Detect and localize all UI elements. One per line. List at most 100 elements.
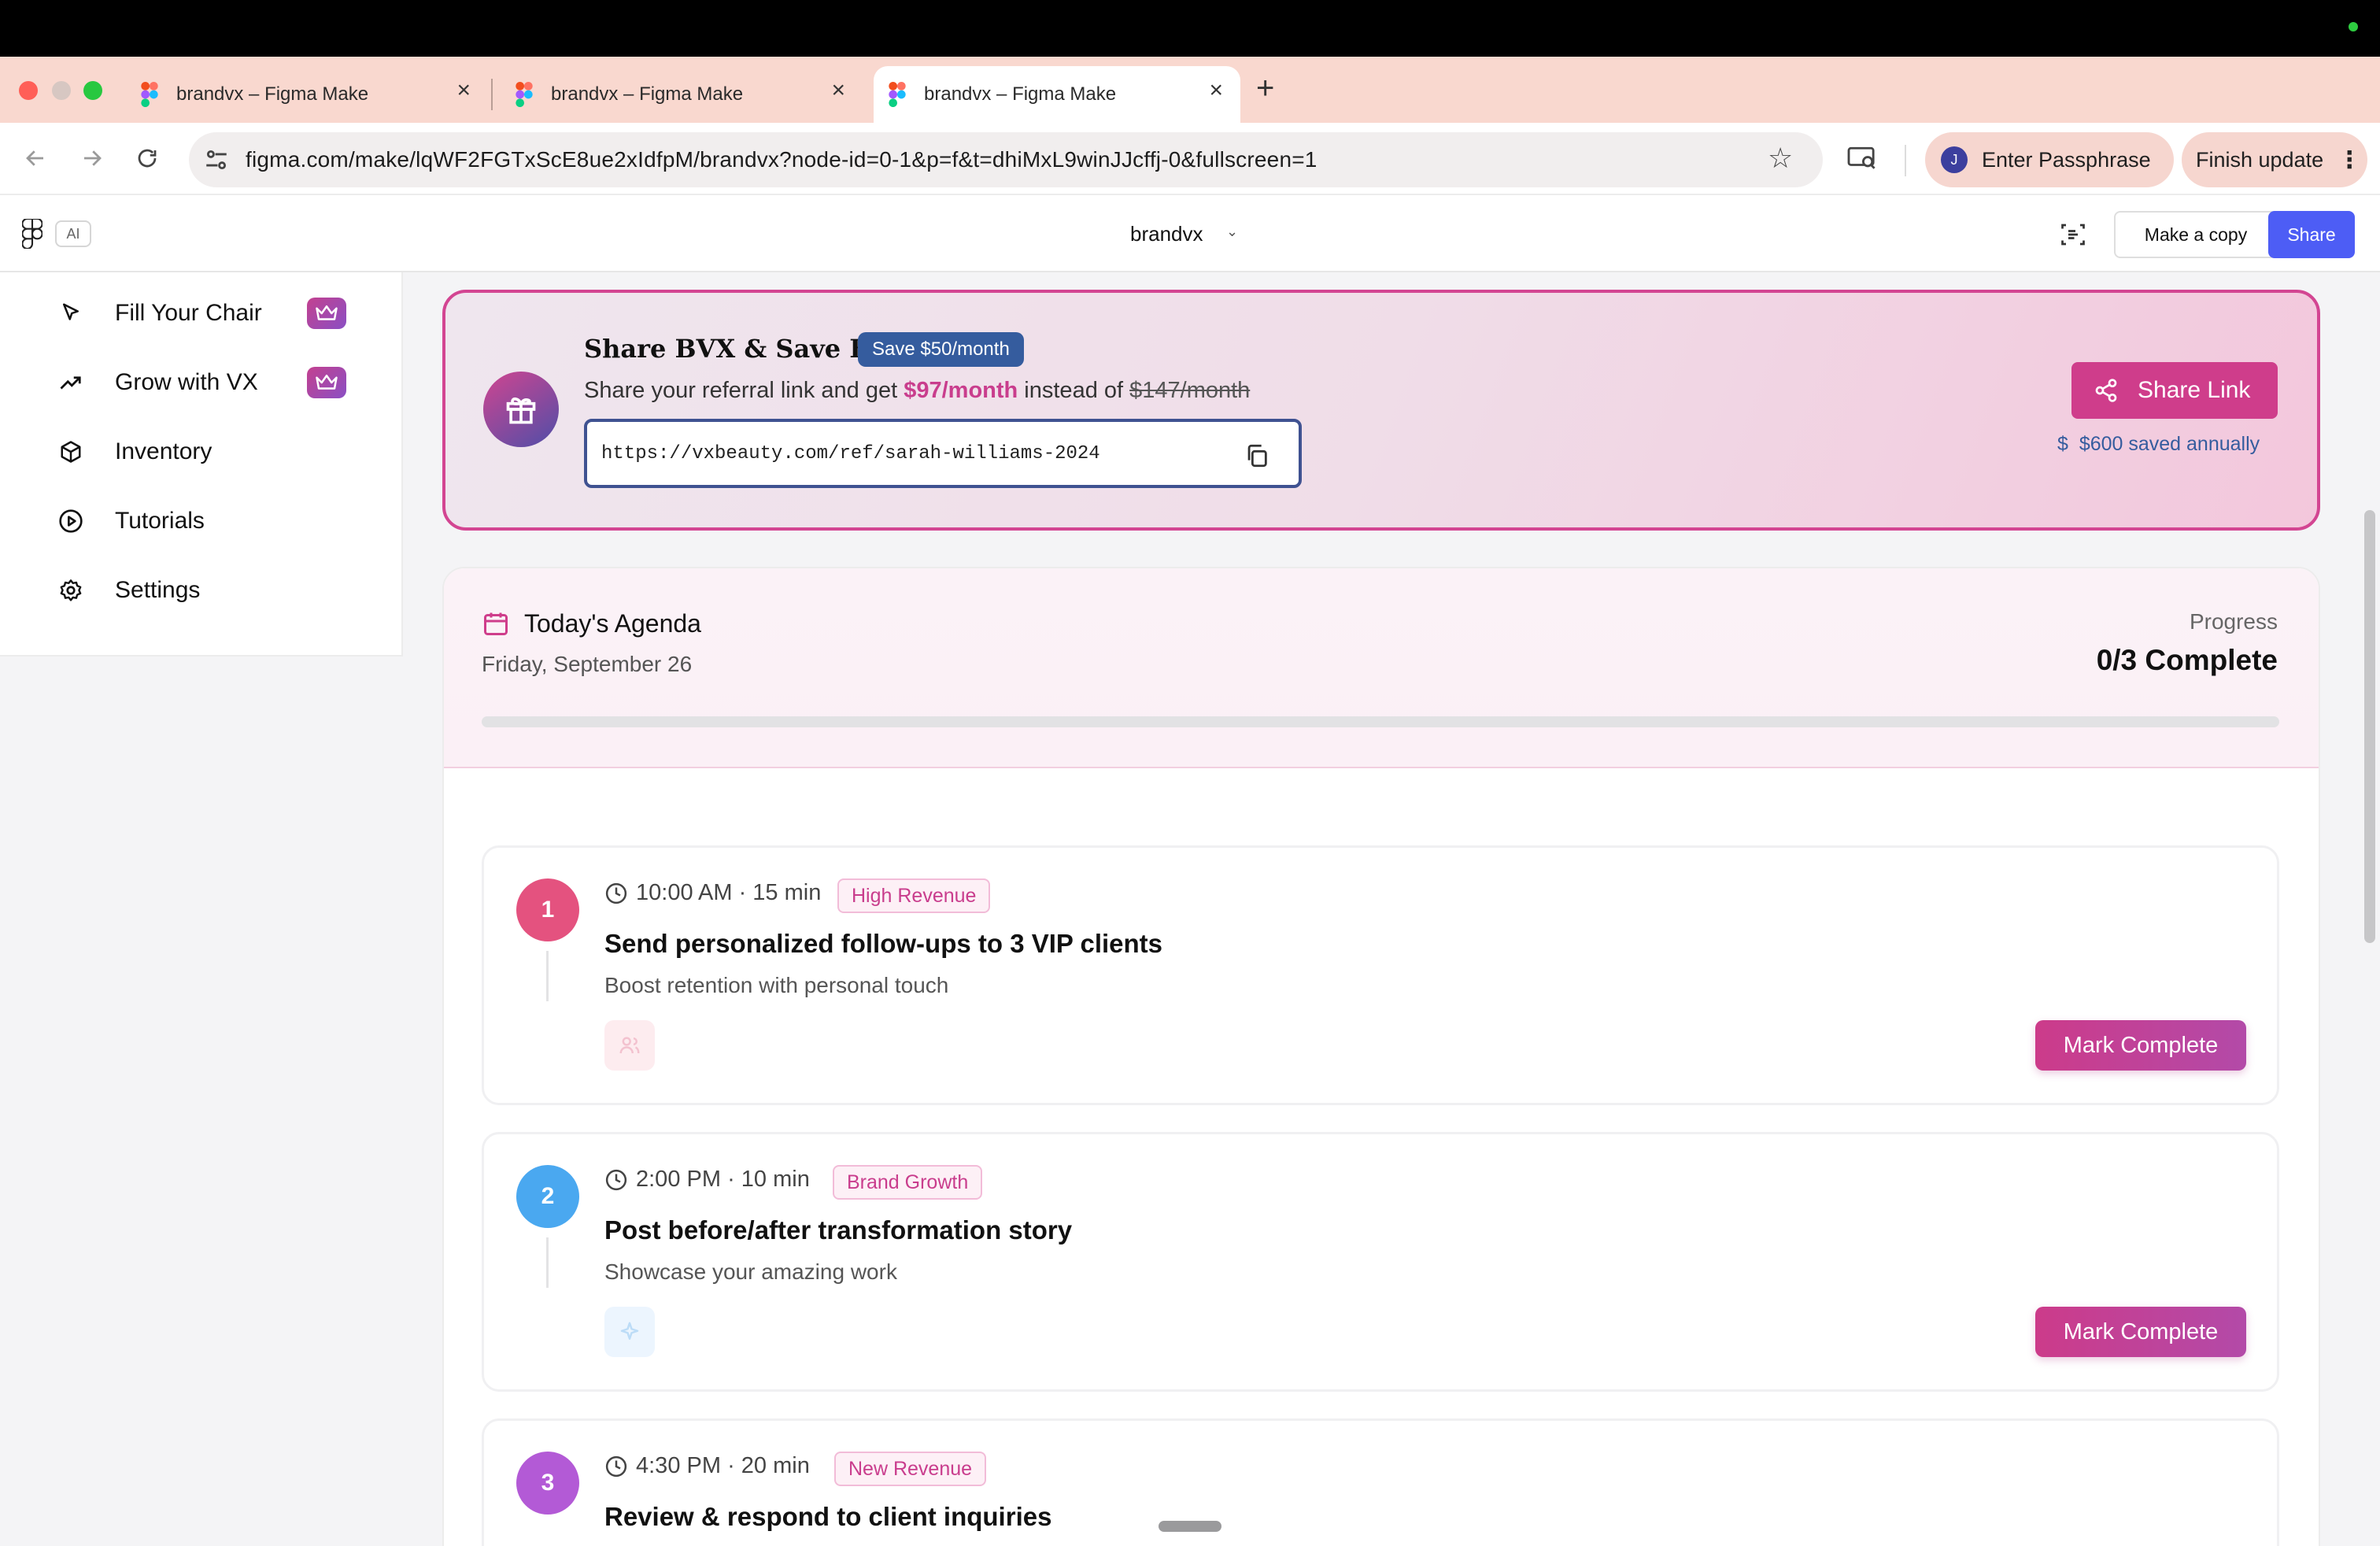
profile-passphrase-button[interactable]: J Enter Passphrase bbox=[1925, 132, 2174, 187]
sidebar-item-label: Fill Your Chair bbox=[115, 300, 262, 326]
chevron-down-icon[interactable]: ⌄ bbox=[1226, 224, 1238, 240]
trend-up-icon bbox=[55, 367, 87, 398]
new-price: $97/month bbox=[904, 378, 1018, 403]
agenda-header bbox=[444, 568, 2319, 768]
play-circle-icon bbox=[55, 505, 87, 537]
toolbar-divider bbox=[1905, 145, 1906, 176]
mark-complete-button[interactable]: Mark Complete bbox=[2035, 1020, 2246, 1071]
progress-value: 0/3 Complete bbox=[2096, 644, 2278, 676]
resize-handle[interactable] bbox=[1159, 1521, 1221, 1532]
task-duration: · 20 min bbox=[727, 1453, 810, 1478]
camera-indicator bbox=[2349, 22, 2358, 31]
close-icon[interactable]: × bbox=[1209, 77, 1223, 104]
share-icon bbox=[2094, 378, 2119, 403]
users-icon bbox=[604, 1020, 655, 1071]
referral-link-text: https://vxbeauty.com/ref/sarah-williams-… bbox=[601, 442, 1100, 464]
window-close-button[interactable] bbox=[19, 81, 38, 100]
sidebar-item-grow-with-vx[interactable]: Grow with VX bbox=[55, 359, 258, 406]
address-bar[interactable]: figma.com/make/lqWF2FGTxScE8ue2xIdfpM/br… bbox=[189, 132, 1823, 187]
figma-favicon-icon bbox=[516, 82, 533, 107]
crown-icon bbox=[307, 367, 346, 398]
share-link-button[interactable]: Share Link bbox=[2071, 362, 2278, 419]
make-copy-button[interactable]: Make a copy bbox=[2114, 211, 2278, 258]
url-text: figma.com/make/lqWF2FGTxScE8ue2xIdfpM/br… bbox=[246, 147, 1318, 172]
mark-complete-button[interactable]: Mark Complete bbox=[2035, 1307, 2246, 1357]
task-description: Showcase your amazing work bbox=[604, 1259, 897, 1284]
sidebar-item-fill-your-chair[interactable]: Fill Your Chair bbox=[55, 290, 262, 337]
crown-icon bbox=[307, 298, 346, 329]
avatar: J bbox=[1941, 146, 1968, 173]
agenda-date: Friday, September 26 bbox=[482, 652, 693, 676]
copy-icon[interactable] bbox=[1244, 442, 1270, 473]
clock-icon bbox=[604, 1455, 628, 1478]
task-number: 1 bbox=[516, 878, 579, 941]
bookmark-star-icon[interactable]: ☆ bbox=[1768, 142, 1793, 175]
task-time-value: 10:00 AM bbox=[636, 880, 733, 905]
sparkle-icon bbox=[604, 1307, 655, 1357]
site-settings-icon[interactable] bbox=[203, 146, 230, 177]
arrow-left-icon bbox=[26, 150, 43, 166]
dollar-icon: $ bbox=[2057, 433, 2068, 455]
task-duration: · 15 min bbox=[738, 880, 822, 905]
task-tag: High Revenue bbox=[837, 878, 991, 913]
tab-separator bbox=[491, 79, 493, 110]
share-button[interactable]: Share bbox=[2268, 211, 2355, 258]
task-time: 10:00 AM · 15 min bbox=[604, 880, 821, 906]
task-time: 4:30 PM · 20 min bbox=[604, 1453, 810, 1479]
sidebar-item-inventory[interactable]: Inventory bbox=[55, 428, 212, 475]
task-number: 3 bbox=[516, 1452, 579, 1515]
progress-label: Progress bbox=[2189, 609, 2278, 634]
screen-search-icon[interactable] bbox=[1846, 145, 1878, 176]
sidebar-item-label: Grow with VX bbox=[115, 369, 258, 395]
gift-icon bbox=[483, 372, 559, 447]
close-icon[interactable]: × bbox=[831, 77, 845, 104]
task-time-value: 4:30 PM bbox=[636, 1453, 721, 1478]
figma-logo-icon[interactable] bbox=[21, 217, 43, 253]
code-view-icon[interactable] bbox=[2059, 220, 2087, 253]
sidebar-item-tutorials[interactable]: Tutorials bbox=[55, 497, 205, 545]
passphrase-label: Enter Passphrase bbox=[1982, 147, 2151, 172]
forward-button[interactable] bbox=[72, 139, 112, 178]
browser-tab-2[interactable]: brandvx – Figma Make × bbox=[501, 66, 863, 123]
old-price: $147/month bbox=[1129, 378, 1251, 403]
task-title: Post before/after transformation story bbox=[604, 1215, 1073, 1245]
project-name[interactable]: brandvx bbox=[1130, 222, 1203, 246]
task-title: Send personalized follow-ups to 3 VIP cl… bbox=[604, 929, 1163, 958]
window-maximize-button[interactable] bbox=[83, 81, 102, 100]
referral-subtitle: Share your referral link and get $97/mon… bbox=[584, 378, 1250, 404]
task-description: Boost retention with personal touch bbox=[604, 973, 949, 997]
figma-favicon-icon bbox=[889, 82, 906, 107]
reload-button[interactable] bbox=[128, 139, 167, 178]
clock-icon bbox=[604, 882, 628, 905]
share-link-label: Share Link bbox=[2138, 377, 2251, 403]
reload-icon bbox=[138, 149, 157, 168]
menu-bar bbox=[0, 0, 2380, 57]
arrow-right-icon bbox=[84, 150, 102, 166]
referral-sub-mid: instead of bbox=[1018, 378, 1130, 403]
task-time-value: 2:00 PM bbox=[636, 1167, 721, 1192]
finish-update-button[interactable]: Finish update ⋮ bbox=[2182, 132, 2367, 187]
sidebar-item-label: Inventory bbox=[115, 438, 213, 464]
save-badge: Save $50/month bbox=[858, 332, 1024, 367]
browser-tab-active[interactable]: brandvx – Figma Make × bbox=[874, 66, 1240, 123]
sidebar-item-settings[interactable]: Settings bbox=[55, 567, 200, 614]
close-icon[interactable]: × bbox=[456, 77, 471, 104]
finish-update-label: Finish update bbox=[2196, 147, 2324, 172]
referral-link-field[interactable]: https://vxbeauty.com/ref/sarah-williams-… bbox=[584, 419, 1302, 488]
back-button[interactable] bbox=[16, 139, 55, 178]
box-icon bbox=[55, 436, 87, 468]
calendar-icon bbox=[482, 609, 510, 642]
window-minimize-button[interactable] bbox=[52, 81, 71, 100]
task-title: Review & respond to client inquiries bbox=[604, 1502, 1052, 1531]
progress-bar bbox=[482, 716, 2279, 727]
browser-tab-1[interactable]: brandvx – Figma Make × bbox=[126, 66, 488, 123]
clock-icon bbox=[604, 1168, 628, 1192]
referral-banner bbox=[442, 290, 2320, 531]
new-tab-button[interactable]: + bbox=[1256, 71, 1274, 106]
cursor-icon bbox=[55, 298, 87, 329]
scrollbar-thumb[interactable] bbox=[2364, 510, 2375, 943]
tab-title: brandvx – Figma Make bbox=[551, 83, 744, 105]
more-vert-icon[interactable]: ⋮ bbox=[2338, 146, 2361, 174]
ai-badge[interactable]: AI bbox=[55, 220, 91, 247]
referral-sub-prefix: Share your referral link and get bbox=[584, 378, 904, 403]
